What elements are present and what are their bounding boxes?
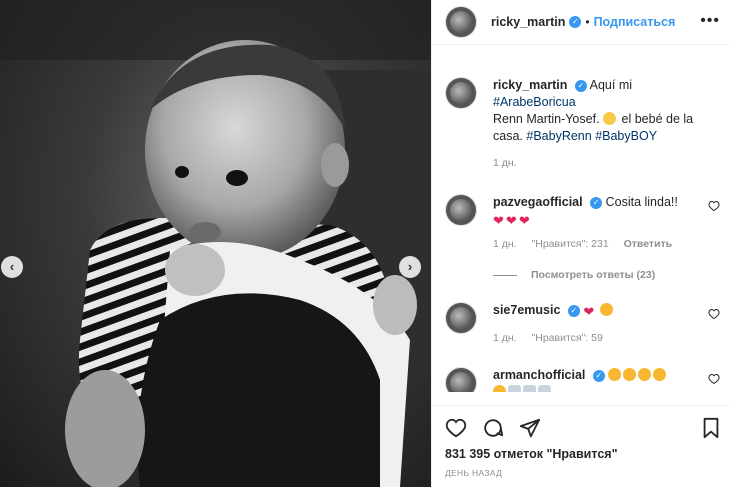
verified-badge-icon: ✓	[592, 369, 605, 382]
comments-list[interactable]: ricky_martin ✓ Aquí mi #ArabeBoricua Ren…	[432, 62, 730, 392]
view-replies-label: Посмотреть ответы (23)	[531, 269, 656, 281]
baby-photo	[0, 0, 431, 487]
post-actions: 831 395 отметок "Нравится" ДЕНЬ НАЗАД	[432, 405, 730, 487]
post-modal: ‹ › ricky_martin ✓ • Подписаться ••• ric…	[0, 0, 730, 487]
comment-meta: 1 дн. "Нравится": 231 Ответить	[493, 238, 684, 250]
save-bookmark-icon[interactable]	[700, 417, 722, 439]
heart-emoji-icon: ❤	[518, 213, 530, 228]
heart-eyes-emoji-icon	[653, 368, 667, 381]
comment: armanchofficial ✓	[445, 367, 720, 392]
comment-username[interactable]: pazvegaofficial	[493, 195, 583, 209]
comment-likes-count[interactable]: "Нравится": 231	[532, 238, 609, 250]
comment-time[interactable]: 1 дн.	[493, 238, 517, 250]
comment-username[interactable]: armanchofficial	[493, 368, 585, 382]
heart-eyes-emoji-icon	[608, 368, 622, 381]
comment-meta: 1 дн. "Нравится": 59	[493, 332, 615, 344]
caption-text-part: Renn Martin-Yosef.	[493, 112, 600, 126]
comment-likes-count[interactable]: "Нравится": 59	[532, 332, 603, 344]
comment-text: pazvegaofficial ✓ Cosita linda!! ❤ ❤ ❤	[493, 194, 694, 229]
verified-badge-icon: ✓	[574, 79, 587, 92]
separator-dot: •	[585, 15, 590, 29]
avatar[interactable]	[445, 6, 477, 38]
smile-emoji-icon	[603, 112, 617, 125]
caption-username[interactable]: ricky_martin	[493, 78, 567, 92]
more-options-icon[interactable]: •••	[700, 12, 720, 30]
next-photo-button[interactable]: ›	[399, 256, 421, 278]
caption-text: ricky_martin ✓ Aquí mi #ArabeBoricua Ren…	[493, 77, 694, 145]
comment-body: Cosita linda!!	[605, 195, 678, 209]
verified-badge-icon: ✓	[567, 304, 580, 317]
avatar[interactable]	[445, 367, 477, 392]
pray-emoji-icon	[523, 385, 536, 392]
like-comment-icon[interactable]	[708, 200, 720, 212]
comment-text: sie7emusic ✓ ❤	[493, 302, 694, 320]
like-heart-icon[interactable]	[445, 417, 467, 439]
verified-badge-icon: ✓	[569, 16, 582, 28]
avatar[interactable]	[445, 77, 477, 109]
comment-time[interactable]: 1 дн.	[493, 332, 517, 344]
comment: sie7emusic ✓ ❤ 1 дн. "Нравится": 59	[445, 302, 720, 362]
like-comment-icon[interactable]	[708, 308, 720, 320]
heart-emoji-icon: ❤	[505, 213, 517, 228]
hashtag-link[interactable]: #ArabeBoricua	[493, 95, 576, 109]
header-username[interactable]: ricky_martin	[491, 15, 565, 29]
heart-eyes-emoji-icon	[599, 303, 613, 316]
heart-eyes-emoji-icon	[638, 368, 652, 381]
caption-meta: 1 дн.	[493, 157, 529, 169]
caption: ricky_martin ✓ Aquí mi #ArabeBoricua Ren…	[445, 77, 720, 177]
reply-button[interactable]: Ответить	[624, 238, 673, 250]
comment-bubble-icon[interactable]	[482, 417, 504, 439]
pray-emoji-icon	[508, 385, 521, 392]
heart-emoji-icon: ❤	[493, 213, 504, 228]
pray-emoji-icon	[538, 385, 551, 392]
post-date[interactable]: ДЕНЬ НАЗАД	[445, 468, 502, 478]
avatar[interactable]	[445, 194, 477, 226]
avatar[interactable]	[445, 302, 477, 334]
like-comment-icon[interactable]	[708, 373, 720, 385]
view-replies-button[interactable]: Посмотреть ответы (23)	[493, 269, 655, 281]
post-header: ricky_martin ✓ • Подписаться •••	[432, 0, 730, 45]
heart-eyes-emoji-icon	[623, 368, 637, 381]
hashtag-link[interactable]: #BabyBOY	[595, 129, 657, 143]
heart-emoji-icon: ❤	[583, 304, 595, 319]
comment-text: armanchofficial ✓	[493, 367, 694, 392]
verified-badge-icon: ✓	[590, 196, 603, 209]
share-paper-plane-icon[interactable]	[519, 417, 541, 439]
divider	[493, 274, 517, 276]
caption-time[interactable]: 1 дн.	[493, 157, 517, 169]
follow-button[interactable]: Подписаться	[594, 15, 676, 29]
post-photo[interactable]: ‹ ›	[0, 0, 431, 487]
caption-text-part: Aquí mi	[589, 78, 633, 92]
previous-photo-button[interactable]: ‹	[1, 256, 23, 278]
likes-count[interactable]: 831 395 отметок "Нравится"	[445, 447, 618, 461]
heart-eyes-emoji-icon	[493, 385, 506, 392]
post-side-panel: ricky_martin ✓ • Подписаться ••• ricky_m…	[431, 0, 730, 487]
comment-username[interactable]: sie7emusic	[493, 303, 560, 317]
hashtag-link[interactable]: #BabyRenn	[526, 129, 591, 143]
